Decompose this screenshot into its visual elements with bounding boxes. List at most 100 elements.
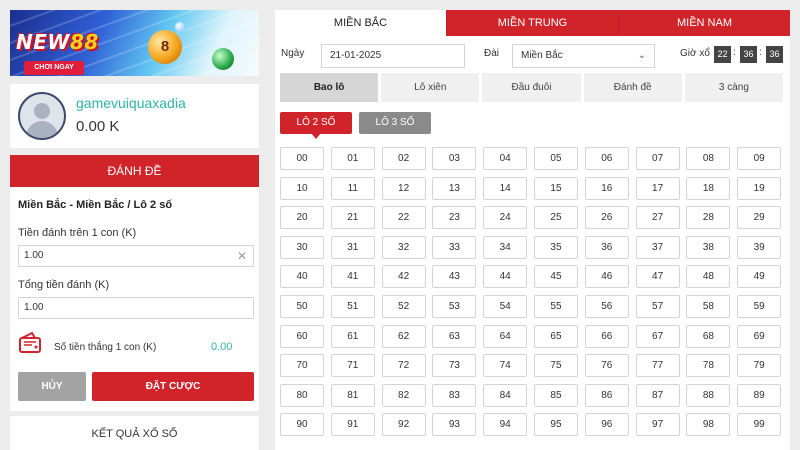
number-cell[interactable]: 23 <box>432 206 477 230</box>
number-cell[interactable]: 06 <box>584 147 629 170</box>
number-cell[interactable]: 77 <box>635 354 680 378</box>
number-cell[interactable]: 93 <box>432 413 477 437</box>
number-cell[interactable]: 46 <box>584 265 629 289</box>
number-cell[interactable]: 91 <box>330 413 375 437</box>
number-cell[interactable]: 53 <box>432 294 477 318</box>
number-cell[interactable]: 92 <box>381 413 426 437</box>
number-cell[interactable]: 94 <box>483 413 528 437</box>
tab-lo-3-so[interactable]: LÔ 3 SỐ <box>359 112 431 134</box>
number-cell[interactable]: 96 <box>584 413 629 437</box>
number-cell[interactable]: 04 <box>483 147 528 170</box>
number-cell[interactable]: 64 <box>483 324 528 348</box>
number-cell[interactable]: 17 <box>635 176 680 200</box>
tab-bao-lo[interactable]: Bao lô <box>280 73 379 102</box>
number-cell[interactable]: 60 <box>280 324 324 348</box>
number-cell[interactable]: 71 <box>330 354 375 378</box>
username[interactable]: gamevuiquaxadia <box>76 95 186 111</box>
number-cell[interactable]: 44 <box>483 265 528 289</box>
tab-lo-xien[interactable]: Lô xiên <box>381 73 480 102</box>
number-cell[interactable]: 22 <box>381 206 426 230</box>
number-cell[interactable]: 51 <box>330 294 375 318</box>
number-cell[interactable]: 81 <box>330 383 375 407</box>
number-cell[interactable]: 02 <box>381 147 426 170</box>
number-cell[interactable]: 31 <box>330 235 375 259</box>
number-cell[interactable]: 12 <box>381 176 426 200</box>
number-cell[interactable]: 18 <box>686 176 731 200</box>
number-cell[interactable]: 26 <box>584 206 629 230</box>
number-cell[interactable]: 55 <box>533 294 578 318</box>
number-cell[interactable]: 67 <box>635 324 680 348</box>
number-cell[interactable]: 95 <box>533 413 578 437</box>
tab-danh-de[interactable]: Đánh đề <box>583 73 682 102</box>
tab-dau-duoi[interactable]: Đầu đuôi <box>482 73 581 102</box>
number-cell[interactable]: 39 <box>737 235 782 259</box>
number-cell[interactable]: 54 <box>483 294 528 318</box>
number-cell[interactable]: 33 <box>432 235 477 259</box>
number-cell[interactable]: 61 <box>330 324 375 348</box>
clear-icon[interactable]: ✕ <box>237 246 247 266</box>
number-cell[interactable]: 42 <box>381 265 426 289</box>
play-now-button[interactable]: CHƠI NGAY <box>24 61 84 75</box>
number-cell[interactable]: 73 <box>432 354 477 378</box>
number-cell[interactable]: 69 <box>737 324 782 348</box>
number-cell[interactable]: 34 <box>483 235 528 259</box>
number-cell[interactable]: 41 <box>330 265 375 289</box>
number-cell[interactable]: 03 <box>432 147 477 170</box>
number-cell[interactable]: 13 <box>432 176 477 200</box>
number-cell[interactable]: 27 <box>635 206 680 230</box>
number-cell[interactable]: 50 <box>280 294 324 318</box>
number-cell[interactable]: 68 <box>686 324 731 348</box>
number-cell[interactable]: 84 <box>483 383 528 407</box>
number-cell[interactable]: 09 <box>737 147 782 170</box>
lottery-results-panel[interactable]: KẾT QUẢ XỔ SỐ <box>10 416 259 450</box>
number-cell[interactable]: 88 <box>686 383 731 407</box>
promo-banner[interactable]: NEW88 CHƠI NGAY 8 <box>10 10 259 76</box>
number-cell[interactable]: 40 <box>280 265 324 289</box>
number-cell[interactable]: 28 <box>686 206 731 230</box>
tab-lo-2-so[interactable]: LÔ 2 SỐ <box>280 112 352 139</box>
number-cell[interactable]: 89 <box>737 383 782 407</box>
number-cell[interactable]: 15 <box>533 176 578 200</box>
number-cell[interactable]: 97 <box>635 413 680 437</box>
number-cell[interactable]: 75 <box>533 354 578 378</box>
number-cell[interactable]: 45 <box>533 265 578 289</box>
number-cell[interactable]: 83 <box>432 383 477 407</box>
number-cell[interactable]: 74 <box>483 354 528 378</box>
stake-input[interactable]: 1.00 ✕ <box>18 245 254 267</box>
number-cell[interactable]: 19 <box>737 176 782 200</box>
number-cell[interactable]: 24 <box>483 206 528 230</box>
number-cell[interactable]: 63 <box>432 324 477 348</box>
number-cell[interactable]: 70 <box>280 354 324 378</box>
number-cell[interactable]: 66 <box>584 324 629 348</box>
number-cell[interactable]: 16 <box>584 176 629 200</box>
number-cell[interactable]: 20 <box>280 206 324 230</box>
number-cell[interactable]: 11 <box>330 176 375 200</box>
number-cell[interactable]: 82 <box>381 383 426 407</box>
number-cell[interactable]: 08 <box>686 147 731 170</box>
cancel-button[interactable]: HỦY <box>18 372 86 401</box>
number-cell[interactable]: 52 <box>381 294 426 318</box>
tab-3-cang[interactable]: 3 càng <box>684 73 784 102</box>
number-cell[interactable]: 62 <box>381 324 426 348</box>
number-cell[interactable]: 56 <box>584 294 629 318</box>
number-cell[interactable]: 43 <box>432 265 477 289</box>
number-cell[interactable]: 57 <box>635 294 680 318</box>
number-cell[interactable]: 99 <box>737 413 782 437</box>
number-cell[interactable]: 86 <box>584 383 629 407</box>
number-cell[interactable]: 10 <box>280 176 324 200</box>
number-cell[interactable]: 29 <box>737 206 782 230</box>
total-input[interactable]: 1.00 <box>18 297 254 319</box>
number-cell[interactable]: 38 <box>686 235 731 259</box>
number-cell[interactable]: 85 <box>533 383 578 407</box>
number-cell[interactable]: 90 <box>280 413 324 437</box>
number-cell[interactable]: 30 <box>280 235 324 259</box>
number-cell[interactable]: 48 <box>686 265 731 289</box>
number-cell[interactable]: 78 <box>686 354 731 378</box>
number-cell[interactable]: 37 <box>635 235 680 259</box>
number-cell[interactable]: 32 <box>381 235 426 259</box>
number-cell[interactable]: 49 <box>737 265 782 289</box>
number-cell[interactable]: 14 <box>483 176 528 200</box>
number-cell[interactable]: 36 <box>584 235 629 259</box>
number-cell[interactable]: 05 <box>533 147 578 170</box>
tab-mien-trung[interactable]: MIỀN TRUNG <box>446 10 618 36</box>
